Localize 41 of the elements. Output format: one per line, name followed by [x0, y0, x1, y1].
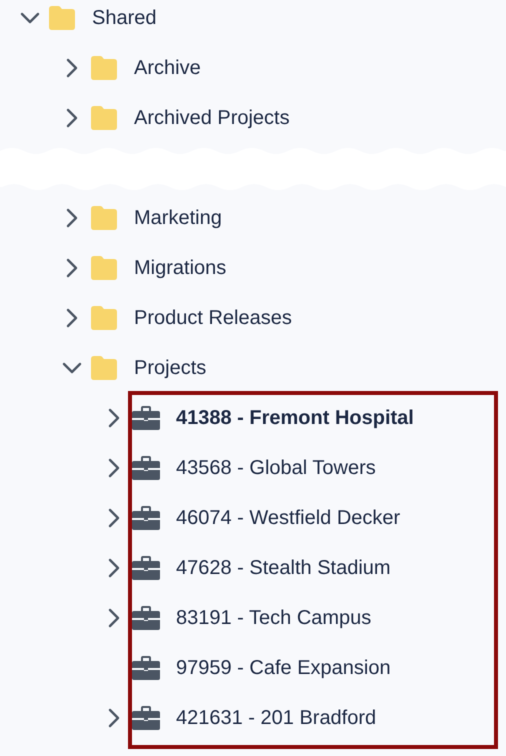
briefcase-icon: [132, 656, 160, 680]
chevron-right-icon[interactable]: [66, 58, 78, 78]
folder-name[interactable]: Archived Projects: [134, 106, 290, 130]
project-name[interactable]: 47628 - Stealth Stadium: [176, 556, 391, 580]
chevron-right-icon[interactable]: [108, 608, 120, 628]
folder-name[interactable]: Shared: [92, 6, 156, 30]
folder-name[interactable]: Archive: [134, 56, 201, 80]
folder-name[interactable]: Migrations: [134, 256, 226, 280]
chevron-right-icon[interactable]: [108, 558, 120, 578]
briefcase-icon: [132, 456, 160, 480]
folder-name[interactable]: Projects: [134, 356, 206, 380]
chevron-down-icon[interactable]: [62, 362, 82, 374]
chevron-right-icon[interactable]: [66, 208, 78, 228]
folder-icon: [90, 355, 118, 381]
briefcase-icon: [132, 506, 160, 530]
folder-name[interactable]: Marketing: [134, 206, 222, 230]
chevron-down-icon[interactable]: [20, 12, 40, 24]
project-name[interactable]: 97959 - Cafe Expansion: [176, 656, 391, 680]
chevron-right-icon[interactable]: [108, 508, 120, 528]
project-name[interactable]: 41388 - Fremont Hospital: [176, 406, 414, 430]
briefcase-icon: [132, 556, 160, 580]
folder-icon: [90, 255, 118, 281]
folder-name[interactable]: Product Releases: [134, 306, 292, 330]
chevron-right-icon[interactable]: [66, 258, 78, 278]
project-name[interactable]: 421631 - 201 Bradford: [176, 706, 376, 730]
chevron-right-icon[interactable]: [108, 408, 120, 428]
chevron-right-icon[interactable]: [66, 108, 78, 128]
briefcase-icon: [132, 706, 160, 730]
chevron-right-icon[interactable]: [66, 308, 78, 328]
chevron-right-icon[interactable]: [108, 458, 120, 478]
project-name[interactable]: 46074 - Westfield Decker: [176, 506, 400, 530]
project-name[interactable]: 83191 - Tech Campus: [176, 606, 372, 630]
folder-icon: [48, 5, 76, 31]
chevron-right-icon[interactable]: [108, 708, 120, 728]
project-name[interactable]: 43568 - Global Towers: [176, 456, 376, 480]
folder-icon: [90, 55, 118, 81]
folder-icon: [90, 105, 118, 131]
briefcase-icon: [132, 606, 160, 630]
folder-icon: [90, 305, 118, 331]
briefcase-icon: [132, 406, 160, 430]
folder-icon: [90, 205, 118, 231]
